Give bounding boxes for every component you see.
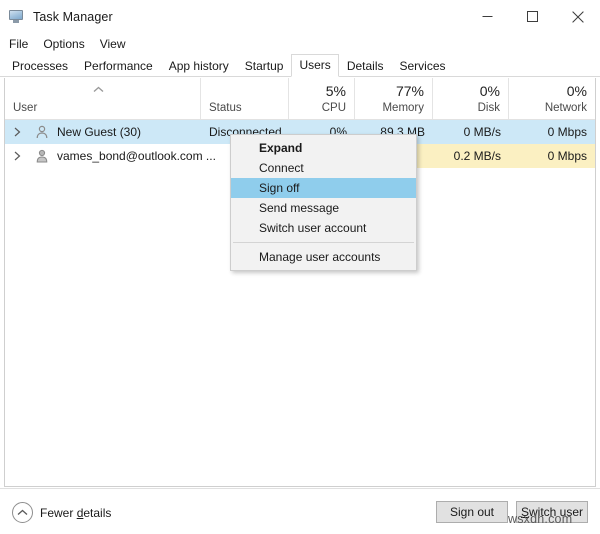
fewer-details-button[interactable]: Fewer details [12,502,111,523]
column-header-disk[interactable]: 0% Disk [433,78,509,119]
menu-item-file[interactable]: File [9,35,37,53]
fewer-details-label: Fewer details [40,505,112,520]
minimize-icon[interactable] [465,0,510,33]
tab-performance[interactable]: Performance [76,55,161,77]
chevron-up-circle-icon [12,502,33,523]
column-header-status[interactable]: Status [201,78,289,119]
cell-disk: 0 MB/s [433,120,509,144]
window-controls [465,0,600,33]
cell-user: vames_bond@outlook.com ... [57,149,216,163]
sign-out-accesskey: g [460,505,468,519]
menu-item-view[interactable]: View [100,35,135,53]
context-menu-item-manage-user-accounts[interactable]: Manage user accounts [231,247,416,267]
column-header-cpu[interactable]: 5% CPU [289,78,355,119]
close-icon[interactable] [555,0,600,33]
task-manager-window: Task Manager File Options View Processes… [0,0,600,534]
chevron-right-icon[interactable] [13,151,22,161]
tab-startup[interactable]: Startup [237,55,292,77]
fewer-details-accesskey: d [76,505,84,520]
cell-disk: 0.2 MB/s [433,144,509,168]
context-menu-item-switch-user-account[interactable]: Switch user account [231,218,416,238]
user-avatar-icon [36,125,48,139]
context-menu-item-send-message[interactable]: Send message [231,198,416,218]
column-header-memory[interactable]: 77% Memory [355,78,433,119]
cell-network: 0 Mbps [509,120,595,144]
cell-network: 0 Mbps [509,144,595,168]
user-avatar-icon [36,149,48,163]
task-manager-monitor-icon [9,9,25,25]
sign-out-label: Sign out [449,505,495,519]
window-title: Task Manager [33,9,113,24]
table-column-headers: User Status 5% CPU 77% Memory 0% Disk 0%… [5,78,595,120]
context-menu-item-expand[interactable]: Expand [231,138,416,158]
context-menu-item-sign-off[interactable]: Sign off [231,178,416,198]
tab-strip: Processes Performance App history Startu… [0,54,600,77]
cell-user: New Guest (30) [57,125,142,139]
column-header-user[interactable]: User [5,78,201,119]
sign-out-button[interactable]: Sign out [436,501,508,523]
context-menu: Expand Connect Sign off Send message Swi… [230,134,417,271]
column-header-network[interactable]: 0% Network [509,78,595,119]
menu-bar: File Options View [0,33,600,55]
tab-processes[interactable]: Processes [4,55,76,77]
context-menu-item-connect[interactable]: Connect [231,158,416,178]
tab-users[interactable]: Users [291,54,339,77]
tab-app-history[interactable]: App history [161,55,237,77]
maximize-icon[interactable] [510,0,555,33]
tab-details[interactable]: Details [339,55,392,77]
chevron-right-icon[interactable] [13,127,22,137]
title-bar: Task Manager [0,0,600,33]
menu-item-options[interactable]: Options [43,35,93,53]
tab-services[interactable]: Services [392,55,454,77]
watermark-text: wsxdn.com [508,512,573,526]
context-menu-separator [233,242,414,243]
footer-bar: Fewer details Sign out Switch user [0,488,600,534]
